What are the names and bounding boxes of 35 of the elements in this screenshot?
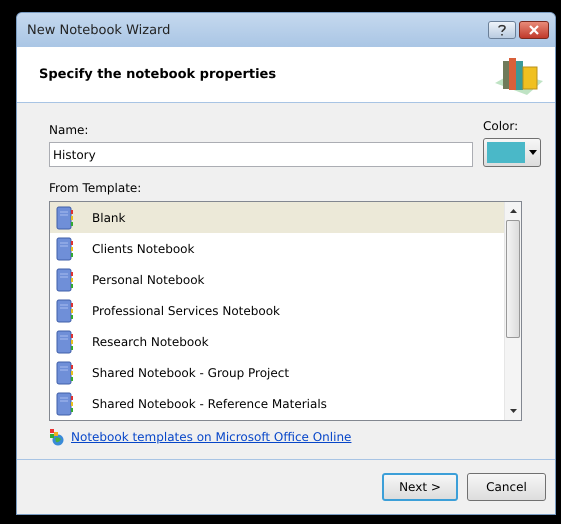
scroll-down-icon [510,409,516,413]
template-item[interactable]: Blank [50,202,504,233]
color-label: Color: [483,119,520,133]
notebook-icon [56,298,74,322]
notebook-icon [56,236,74,260]
template-name: Blank [92,210,126,224]
template-name: Research Notebook [92,334,209,348]
notebook-icon [56,268,74,292]
close-icon [529,25,539,35]
scrollbar[interactable] [504,202,521,420]
template-name: Professional Services Notebook [92,304,280,318]
template-name: Shared Notebook - Group Project [92,366,290,380]
template-name: Personal Notebook [92,272,204,286]
next-button[interactable]: Next > [382,473,458,501]
template-label: From Template: [49,181,142,195]
color-picker[interactable] [483,138,541,167]
help-button[interactable] [488,21,516,39]
cancel-button[interactable]: Cancel [467,473,546,501]
name-field[interactable]: History [49,142,473,167]
notebook-icon [56,206,74,230]
scroll-up-icon [510,209,516,213]
template-name: Shared Notebook - Reference Materials [92,396,327,410]
notebook-icon [56,392,74,416]
header-title: Specify the notebook properties [39,67,276,82]
name-label: Name: [49,123,90,137]
notebook-icon [56,360,74,384]
globe-icon [49,428,65,446]
window-title: New Notebook Wizard [27,22,170,38]
templates-link[interactable]: Notebook templates on Microsoft Office Online [71,430,352,444]
close-button[interactable] [519,21,549,39]
template-name: Clients Notebook [92,242,194,256]
scroll-thumb[interactable] [506,220,520,338]
dropdown-arrow-icon [529,150,537,155]
notebook-icon [56,330,74,354]
help-icon [498,24,506,36]
